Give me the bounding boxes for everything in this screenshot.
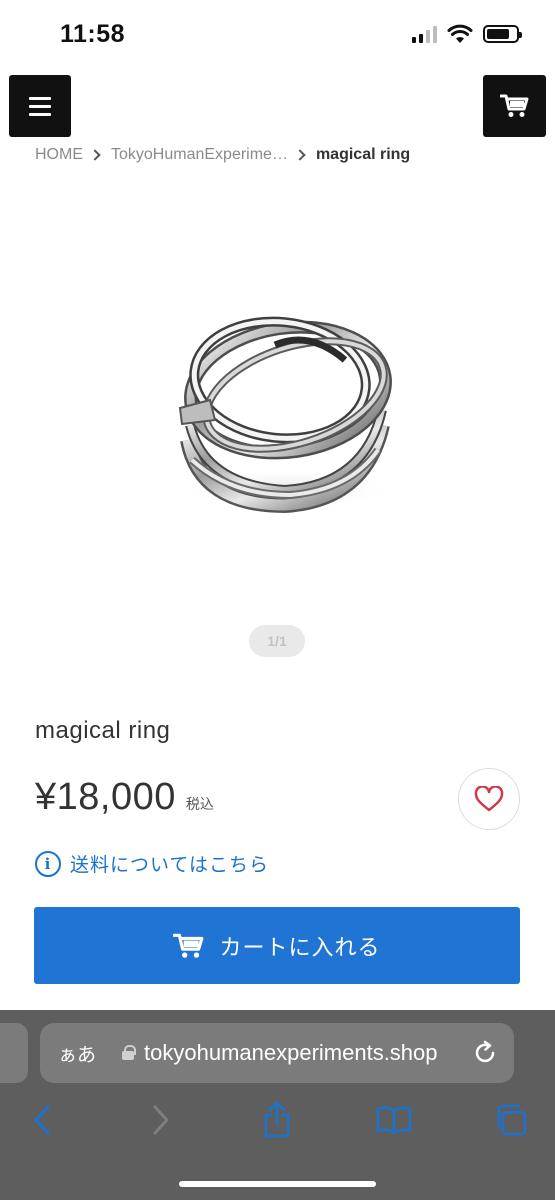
heart-icon xyxy=(474,786,504,812)
wifi-icon xyxy=(447,24,473,43)
breadcrumb: HOME TokyoHumanExperime… magical ring xyxy=(35,146,410,164)
add-to-cart-button[interactable]: カートに入れる xyxy=(34,907,520,984)
chevron-left-icon xyxy=(34,1105,50,1135)
bookmarks-button[interactable] xyxy=(376,1100,412,1140)
cart-button[interactable] xyxy=(483,75,546,137)
breadcrumb-home[interactable]: HOME xyxy=(35,146,83,164)
share-icon xyxy=(264,1101,290,1138)
shipping-info-label: 送料についてはこちら xyxy=(70,855,270,876)
signal-icon xyxy=(412,25,437,43)
product-title: magical ring xyxy=(35,717,171,744)
tabs-button[interactable] xyxy=(493,1100,529,1140)
add-to-cart-label: カートに入れる xyxy=(219,934,381,960)
image-pager: 1/1 xyxy=(249,625,305,657)
favorite-button[interactable] xyxy=(458,768,520,830)
chevron-right-icon xyxy=(294,149,306,161)
url-text[interactable]: tokyohumanexperiments.shop xyxy=(144,1040,444,1066)
status-icons xyxy=(412,24,522,44)
book-icon xyxy=(376,1106,412,1135)
home-indicator xyxy=(179,1181,376,1187)
tax-label: 税込 xyxy=(185,796,214,812)
forward-button[interactable] xyxy=(143,1100,179,1140)
menu-button[interactable] xyxy=(9,75,71,137)
hamburger-icon xyxy=(29,96,51,100)
text-size-button[interactable]: ぁあ xyxy=(58,1040,96,1067)
breadcrumb-current: magical ring xyxy=(315,146,411,163)
price-row: ¥18,000 税込 xyxy=(35,776,214,819)
product-price: ¥18,000 xyxy=(35,776,176,818)
cart-icon xyxy=(499,94,528,117)
reload-icon[interactable] xyxy=(472,1040,498,1066)
chevron-right-icon xyxy=(89,149,101,161)
product-image[interactable] xyxy=(160,300,400,530)
tabs-icon xyxy=(497,1104,527,1136)
lock-icon xyxy=(122,1045,137,1061)
back-button[interactable] xyxy=(24,1100,60,1140)
breadcrumb-category[interactable]: TokyoHumanExperime… xyxy=(111,146,288,164)
status-time: 11:58 xyxy=(60,20,126,48)
cart-icon xyxy=(173,933,204,958)
share-button[interactable] xyxy=(259,1100,295,1140)
shipping-info-link[interactable]: i 送料についてはこちら xyxy=(35,850,269,877)
info-icon: i xyxy=(35,850,61,877)
status-bar: 11:58 xyxy=(0,0,555,72)
chevron-right-icon xyxy=(153,1105,169,1135)
battery-icon xyxy=(483,25,522,43)
address-bar[interactable]: ぁあ tokyohumanexperiments.shop xyxy=(40,1023,514,1083)
previous-tab[interactable] xyxy=(0,1023,28,1083)
